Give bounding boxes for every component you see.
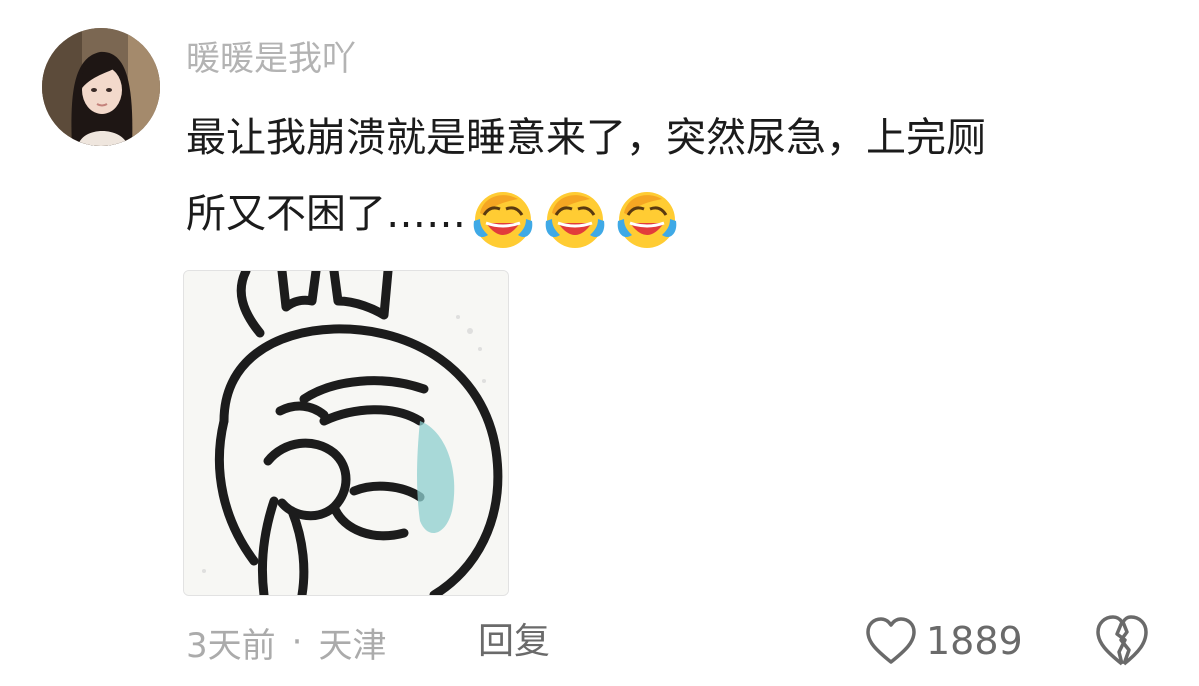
emoji-group (470, 178, 686, 254)
like-count: 1889 (926, 619, 1023, 663)
comment-line-1: 最让我崩溃就是睡意来了，突然尿急，上完厕 (186, 115, 986, 161)
meta-separator: · (291, 622, 303, 662)
laughing-crying-emoji-icon (473, 192, 533, 248)
comment-sticker-image[interactable] (183, 270, 509, 596)
comment-location: 天津 (318, 625, 387, 666)
username[interactable]: 暖暖是我吖 (186, 36, 356, 82)
avatar[interactable] (42, 28, 160, 146)
like-button[interactable]: 1889 (864, 610, 1023, 672)
comment-time: 3天前 (186, 625, 276, 666)
comment-line-2: 所又不困了…… (186, 176, 1166, 252)
dislike-button[interactable] (1093, 612, 1151, 670)
laughing-crying-emoji-icon (617, 192, 677, 248)
comment-line-2-text: 所又不困了…… (186, 191, 466, 237)
broken-heart-icon (1096, 615, 1148, 666)
crying-bunny-sticker (184, 271, 508, 595)
reply-button[interactable]: 回复 (478, 614, 550, 670)
comment-meta: 3天前 · 天津 (186, 614, 386, 670)
avatar-photo (42, 28, 160, 146)
laughing-crying-emoji-icon (545, 192, 605, 248)
comment-text: 最让我崩溃就是睡意来了，突然尿急，上完厕 所又不困了…… (186, 100, 1166, 252)
heart-icon (866, 617, 916, 664)
